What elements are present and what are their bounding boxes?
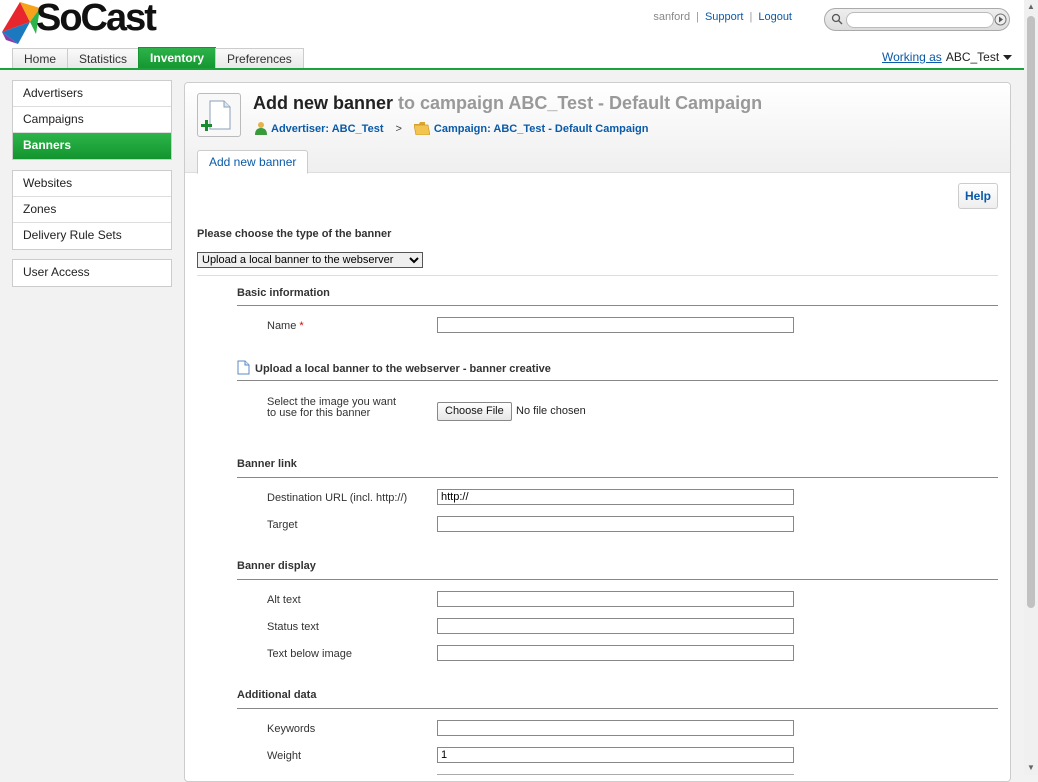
sidebar-item-websites[interactable]: Websites <box>13 171 171 197</box>
section-divider <box>237 708 998 709</box>
current-username: sanford <box>653 11 691 23</box>
tab-preferences[interactable]: Preferences <box>215 48 304 69</box>
text-below-image-label: Text below image <box>267 648 352 660</box>
search-icon <box>831 13 843 25</box>
chevron-down-icon <box>1002 55 1012 60</box>
sidebar-group-websites: Websites Zones Delivery Rule Sets <box>12 170 172 250</box>
socast-logo[interactable]: SoCast <box>0 0 165 44</box>
search-go-icon[interactable] <box>994 13 1007 26</box>
working-as-account: ABC_Test <box>945 50 1000 64</box>
keywords-label: Keywords <box>267 723 316 735</box>
working-as-switcher[interactable]: Working as ABC_Test <box>882 50 1012 64</box>
weight-field[interactable] <box>437 747 794 763</box>
page-title-context: to campaign ABC_Test - Default Campaign <box>398 93 763 113</box>
choose-file-button[interactable]: Choose File <box>437 402 512 421</box>
section-additional-data: Additional data <box>237 689 317 701</box>
destination-url-field[interactable] <box>437 489 794 505</box>
scrollbar-thumb[interactable] <box>1027 16 1035 608</box>
tab-statistics[interactable]: Statistics <box>67 48 140 69</box>
banner-type-select[interactable]: Upload a local banner to the webserver <box>197 252 423 268</box>
tab-inventory[interactable]: Inventory <box>138 47 217 69</box>
breadcrumb-campaign[interactable]: Campaign: ABC_Test - Default Campaign <box>434 123 649 135</box>
help-button[interactable]: Help <box>958 183 998 209</box>
sidebar-group-inventory: Advertisers Campaigns Banners <box>12 80 172 160</box>
status-text-field[interactable] <box>437 618 794 634</box>
app-header: SoCast sanford | Support | Logout Home Stati… <box>0 0 1024 70</box>
breadcrumb: Advertiser: ABC_Test > Campaign: ABC_Test… <box>255 121 648 138</box>
text-below-image-field[interactable] <box>437 645 794 661</box>
breadcrumb-advertiser[interactable]: Advertiser: ABC_Test <box>271 123 383 135</box>
alt-text-field[interactable] <box>437 591 794 607</box>
top-links: sanford | Support | Logout <box>653 11 792 23</box>
sidebar-item-user-access[interactable]: User Access <box>13 260 171 286</box>
main-nav-tabs: Home Statistics Inventory Preferences <box>12 47 304 69</box>
keywords-field[interactable] <box>437 720 794 736</box>
section-basic-information: Basic information <box>237 287 330 299</box>
section-divider <box>237 579 998 580</box>
divider <box>197 275 998 276</box>
sidebar-item-banners[interactable]: Banners <box>13 133 171 159</box>
campaign-folder-icon <box>413 122 431 138</box>
section-banner-display: Banner display <box>237 560 316 572</box>
page-scrollbar[interactable]: ▲ ▼ <box>1024 0 1038 775</box>
required-marker: * <box>299 320 304 332</box>
section-upload-banner: Upload a local banner to the webserver -… <box>237 360 551 375</box>
banner-add-icon <box>197 93 241 137</box>
image-select-label: Select the image you want to use for thi… <box>267 396 397 419</box>
section-banner-link: Banner link <box>237 458 297 470</box>
breadcrumb-separator: > <box>395 123 402 135</box>
sidebar-item-advertisers[interactable]: Advertisers <box>13 81 171 107</box>
tab-add-new-banner[interactable]: Add new banner <box>197 150 309 174</box>
status-text-label: Status text <box>267 621 319 633</box>
name-label: Name * <box>267 320 304 332</box>
target-field[interactable] <box>437 516 794 532</box>
section-divider <box>237 305 998 306</box>
search-input[interactable] <box>846 12 994 28</box>
tab-home[interactable]: Home <box>12 48 69 69</box>
logo-mark-icon <box>2 2 40 44</box>
nav-underline <box>0 68 1024 70</box>
document-icon <box>237 360 250 375</box>
main-panel: Add new banner to campaign ABC_Test - De… <box>184 82 1011 782</box>
sidebar-item-zones[interactable]: Zones <box>13 197 171 223</box>
sidebar-item-delivery-rule-sets[interactable]: Delivery Rule Sets <box>13 223 171 249</box>
section-divider <box>237 477 998 478</box>
working-as-label: Working as <box>882 50 942 64</box>
destination-url-label: Destination URL (incl. http://) <box>267 492 408 504</box>
name-field[interactable] <box>437 317 794 333</box>
page-title-main: Add new banner <box>253 93 394 113</box>
scroll-up-icon[interactable]: ▲ <box>1024 0 1038 14</box>
sidebar-group-access: User Access <box>12 259 172 287</box>
search-box <box>824 8 1010 31</box>
page-title: Add new banner to campaign ABC_Test - De… <box>253 93 762 114</box>
section-divider <box>237 380 998 381</box>
scroll-down-icon[interactable]: ▼ <box>1024 761 1038 775</box>
logout-link[interactable]: Logout <box>758 11 792 23</box>
weight-label: Weight <box>267 750 302 762</box>
page-header: Add new banner to campaign ABC_Test - De… <box>185 83 1010 174</box>
target-label: Target <box>267 519 298 531</box>
sidebar-item-campaigns[interactable]: Campaigns <box>13 107 171 133</box>
banner-type-label: Please choose the type of the banner <box>197 228 392 240</box>
support-link[interactable]: Support <box>705 11 744 23</box>
advertiser-icon <box>255 121 267 138</box>
file-status-text: No file chosen <box>516 405 586 417</box>
alt-text-label: Alt text <box>267 594 301 606</box>
logo-text: SoCast <box>36 0 157 39</box>
